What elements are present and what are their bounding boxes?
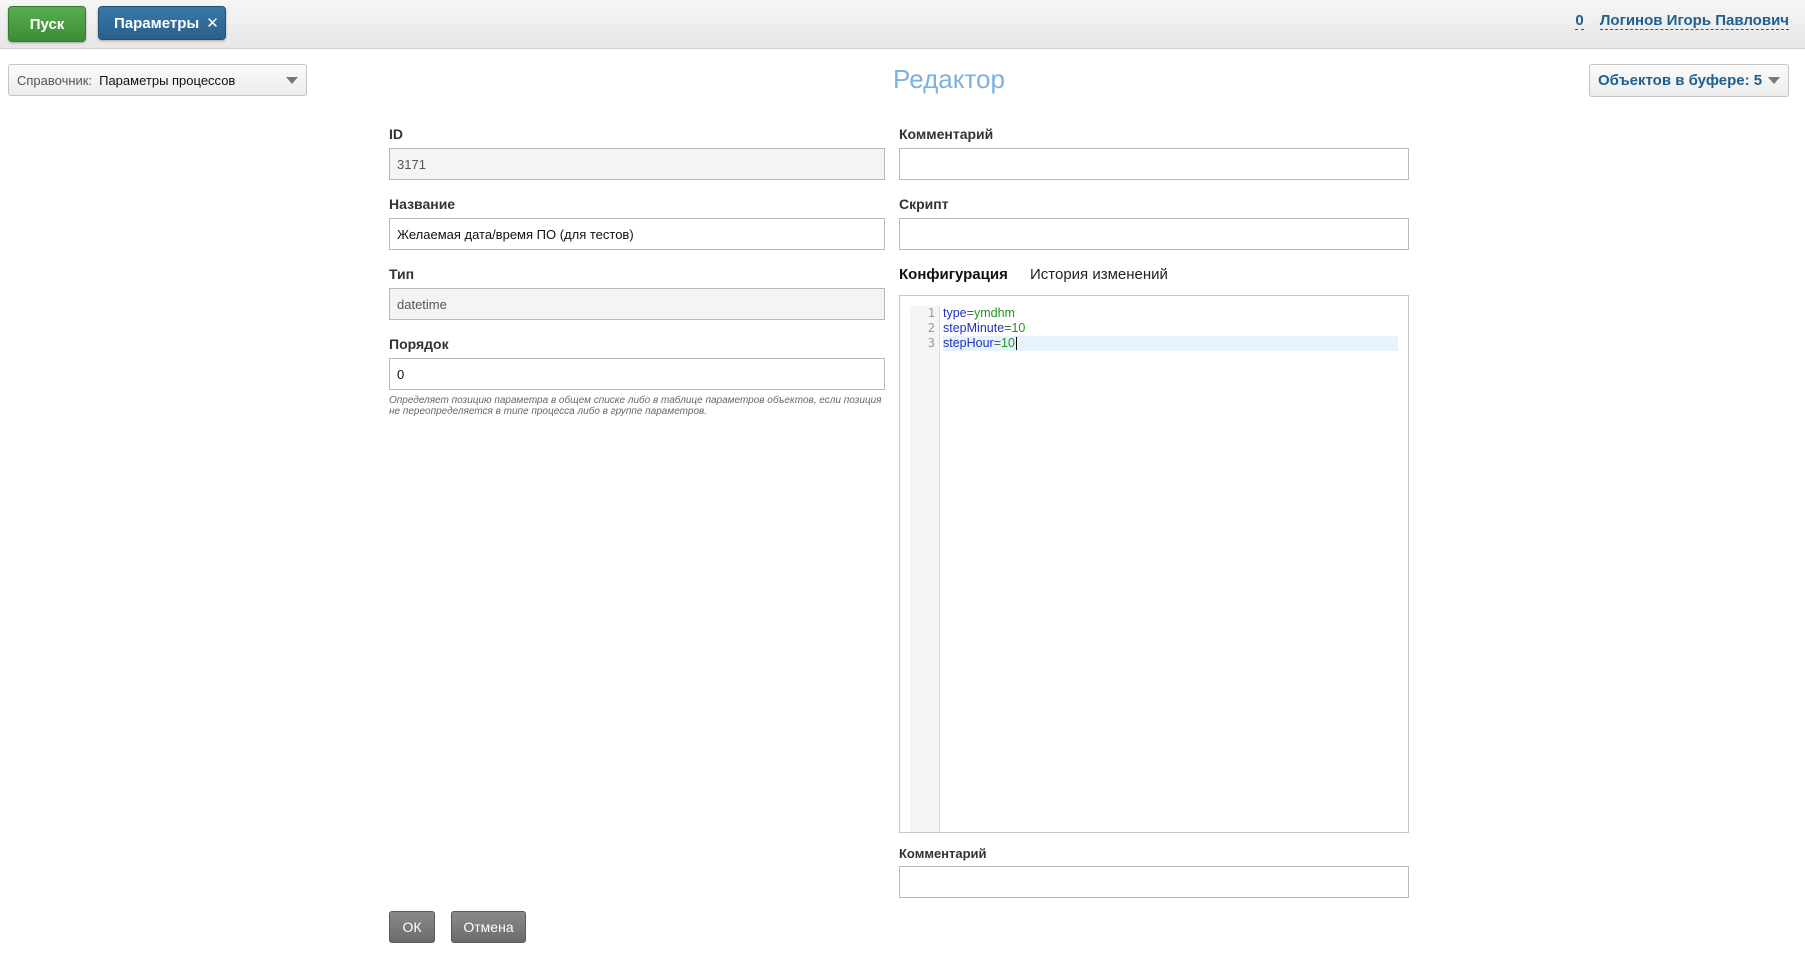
code-key: stepHour <box>943 336 994 350</box>
id-label: ID <box>389 126 403 142</box>
directory-select[interactable]: Справочник: Параметры процессов <box>8 64 307 96</box>
tab-parameters-label: Параметры <box>114 14 200 32</box>
bottom-comment-field[interactable] <box>899 866 1409 898</box>
type-label: Тип <box>389 266 415 282</box>
code-value: ymdhm <box>973 306 1015 320</box>
code-line-active: stepHour=10 <box>943 336 1398 351</box>
tab-parameters[interactable]: Параметры ✕ <box>98 6 226 40</box>
line-numbers: 1 2 3 <box>910 306 940 832</box>
user-name-link[interactable]: Логинов Игорь Павлович <box>1599 12 1789 30</box>
notification-count[interactable]: 0 <box>1575 12 1584 30</box>
bottom-comment-label: Комментарий <box>899 846 987 861</box>
type-field[interactable]: datetime <box>389 288 885 320</box>
comment-field[interactable] <box>899 148 1409 180</box>
buffer-dropdown[interactable]: Объектов в буфере: 5 <box>1589 64 1789 97</box>
comment-label: Комментарий <box>899 126 994 142</box>
code-area[interactable]: type=ymdhm stepMinute=10 stepHour=10 <box>943 306 1398 351</box>
chevron-down-icon <box>1768 77 1780 84</box>
order-hint: Определяет позицию параметра в общем спи… <box>389 395 882 417</box>
tab-history[interactable]: История изменений <box>1030 266 1168 283</box>
code-operator: = <box>993 336 1002 350</box>
code-line: type=ymdhm <box>943 306 1398 321</box>
line-number: 3 <box>927 336 935 350</box>
code-value: 10 <box>1001 336 1015 350</box>
name-field[interactable]: Желаемая дата/время ПО (для тестов) <box>389 218 885 250</box>
directory-value: Параметры процессов <box>99 72 236 88</box>
order-field[interactable]: 0 <box>389 358 885 390</box>
directory-label: Справочник: <box>17 72 93 88</box>
ok-button[interactable]: ОК <box>389 911 435 943</box>
code-line: stepMinute=10 <box>943 321 1398 336</box>
user-area: 0 Логинов Игорь Павлович <box>1575 12 1789 30</box>
code-key: stepMinute <box>943 321 1005 335</box>
order-label: Порядок <box>389 336 449 352</box>
line-number: 2 <box>927 321 935 335</box>
start-button[interactable]: Пуск <box>8 6 86 42</box>
name-label: Название <box>389 196 456 212</box>
close-icon[interactable]: ✕ <box>206 14 219 32</box>
tab-configuration[interactable]: Конфигурация <box>899 266 1008 283</box>
buffer-label: Объектов в буфере: 5 <box>1598 72 1763 89</box>
chevron-down-icon <box>286 77 298 84</box>
config-editor[interactable]: 1 2 3 type=ymdhm stepMinute=10 stepHour=… <box>899 295 1409 833</box>
top-bar: Пуск Параметры ✕ 0 Логинов Игорь Павлови… <box>0 0 1805 49</box>
text-cursor <box>1015 337 1017 351</box>
config-tabs: Конфигурация История изменений <box>899 266 1168 283</box>
line-number: 1 <box>927 306 935 320</box>
code-value: 10 <box>1011 321 1026 335</box>
page-title: Редактор <box>893 64 1005 94</box>
cancel-button[interactable]: Отмена <box>451 911 526 943</box>
code-key: type <box>943 306 967 320</box>
id-field[interactable]: 3171 <box>389 148 885 180</box>
script-field[interactable] <box>899 218 1409 250</box>
script-label: Скрипт <box>899 196 949 212</box>
code-operator: = <box>966 306 974 320</box>
